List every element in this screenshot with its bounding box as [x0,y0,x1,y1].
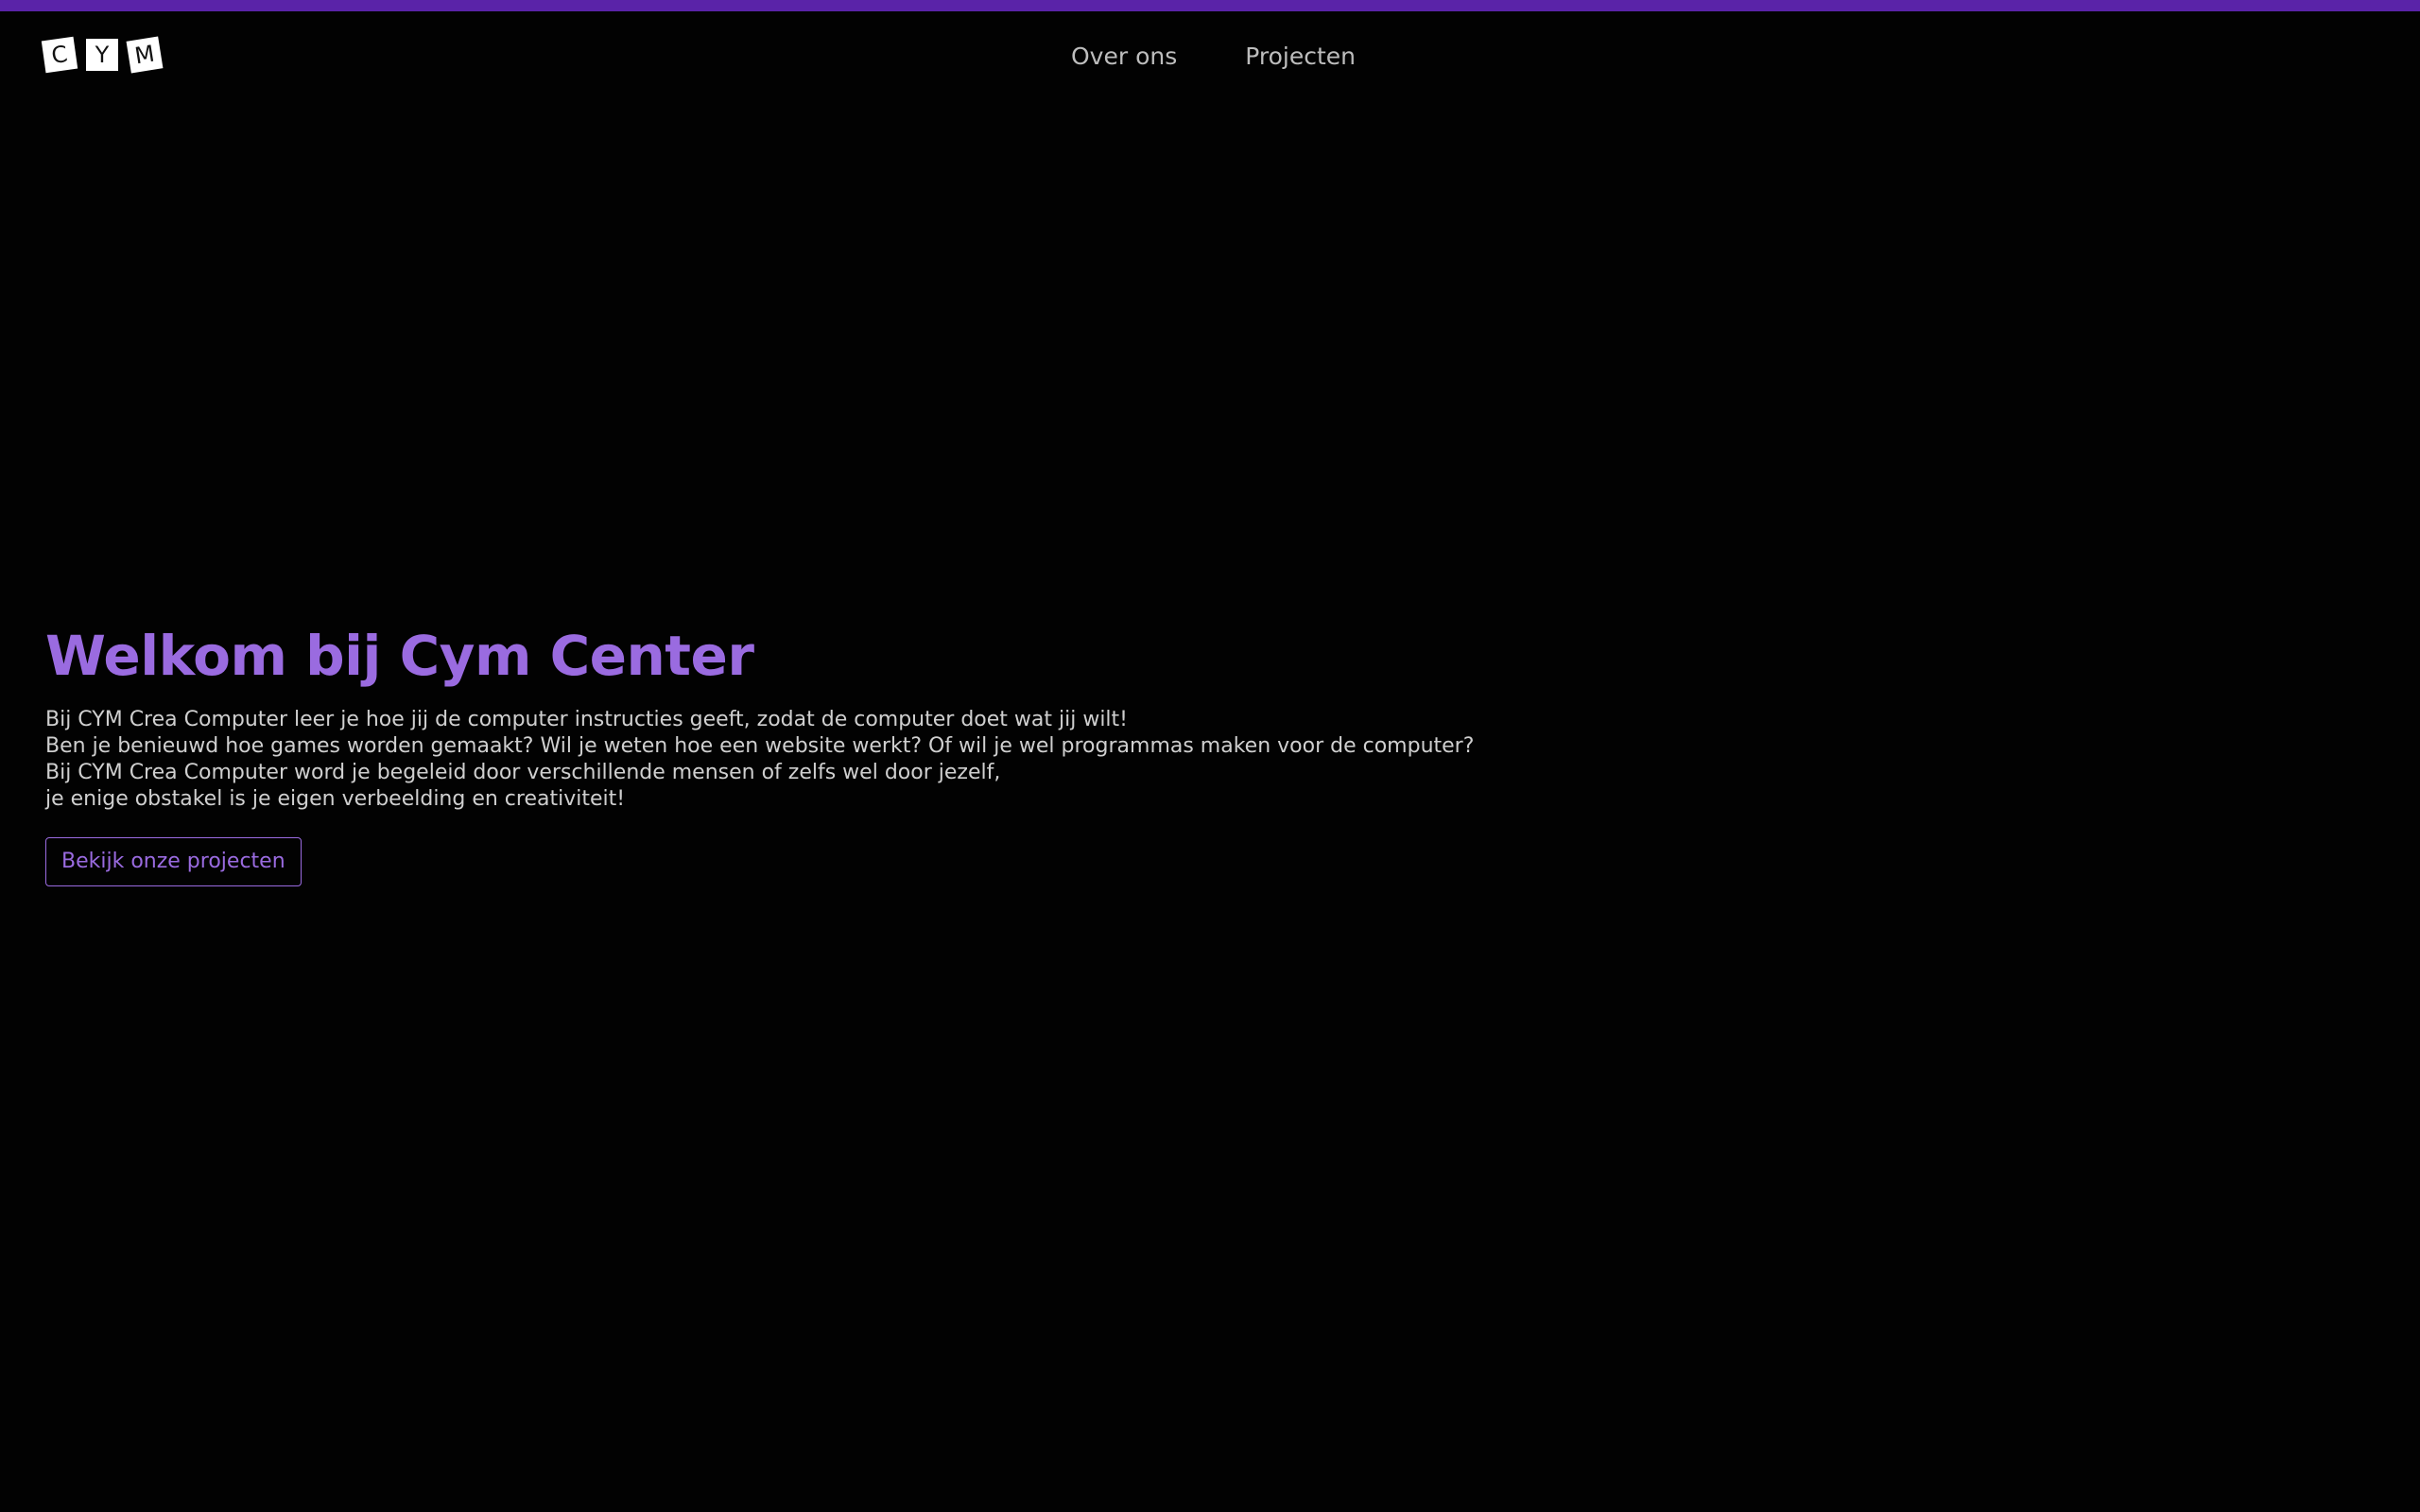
cym-logo[interactable]: C Y M [41,36,164,75]
top-accent-bar [0,0,2420,11]
logo-letter-c: C [41,36,78,74]
view-projects-button[interactable]: Bekijk onze projecten [45,837,302,886]
hero-text-line: Bij CYM Crea Computer word je begeleid d… [45,761,1001,784]
hero-title: Welkom bij Cym Center [45,624,754,688]
nav-link-over-ons[interactable]: Over ons [1071,40,1177,74]
logo-letter-y: Y [86,39,118,71]
hero-section: Welkom bij Cym Center Bij CYM Crea Compu… [45,618,1558,886]
hero-text-line: Bij CYM Crea Computer leer je hoe jij de… [45,708,1128,731]
main-nav: Over ons Projecten [1071,40,1356,74]
hero-description: Bij CYM Crea Computer leer je hoe jij de… [45,707,1558,813]
logo-letter-m: M [126,36,164,74]
nav-link-projecten[interactable]: Projecten [1245,40,1356,74]
hero-text-line: Ben je benieuwd hoe games worden gemaakt… [45,734,1475,758]
hero-text-line: je enige obstakel is je eigen verbeeldin… [45,787,626,811]
